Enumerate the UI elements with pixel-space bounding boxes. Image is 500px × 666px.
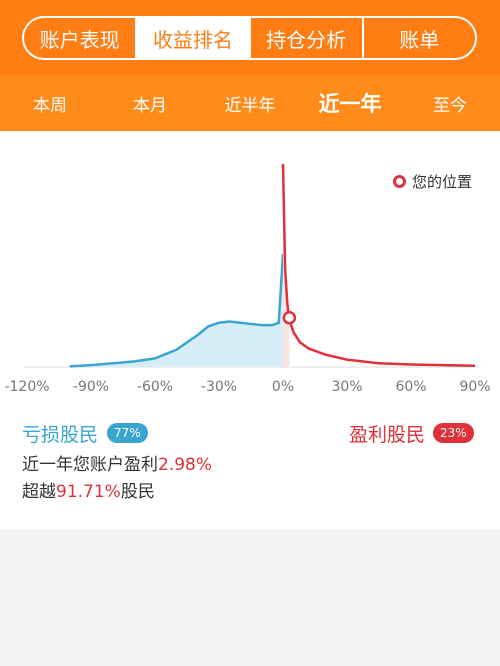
profit-value: 2.98% [158,455,213,475]
loss-percent-badge: 77% [107,423,148,443]
period-week[interactable]: 本周 [0,91,100,116]
period-tab-bar: 本周 本月 近半年 近一年 至今 [0,75,500,131]
x-tick-label: -30% [201,379,237,395]
gain-investors-label: 盈利股民 [349,424,426,446]
tab-position-analysis[interactable]: 持仓分析 [251,18,364,58]
summary-line-1: 近一年您账户盈利2.98% [22,455,213,475]
summary-text: 近一年您账户盈利2.98% 超越91.71%股民 [22,452,212,506]
gain-percent-badge: 23% [433,423,474,443]
tab-statement[interactable]: 账单 [364,18,475,58]
ranking-card: -120% -90% -60% -30% 0% 30% 60% 90% 您的位置 亏损股民 7… [0,131,500,529]
loss-investors-label: 亏损股民 [22,424,99,446]
period-year[interactable]: 近一年 [300,88,400,118]
position-marker-icon [392,175,406,188]
period-to-date[interactable]: 至今 [400,91,500,116]
summary-line-2: 超越91.71%股民 [22,482,155,502]
chart-legend: 您的位置 [392,171,472,192]
x-tick-label: 0% [272,379,294,395]
x-tick-label: 90% [459,379,490,395]
x-tick-label: 30% [331,379,362,395]
top-bar: 账户表现 收益排名 持仓分析 账单 [0,0,500,75]
legend-label: 您的位置 [411,173,472,191]
position-marker [282,311,297,325]
tab-account-performance[interactable]: 账户表现 [24,18,138,58]
gain-line [281,163,476,368]
x-tick-label: -120% [4,379,49,395]
main-tab-bar: 账户表现 收益排名 持仓分析 账单 [22,16,477,60]
period-month[interactable]: 本月 [100,91,200,116]
x-tick-label: -60% [137,379,173,395]
x-tick-label: -90% [73,379,109,395]
period-half-year[interactable]: 近半年 [200,91,300,116]
tab-profit-ranking[interactable]: 收益排名 [137,18,251,58]
x-tick-label: 60% [395,379,426,395]
rank-value: 91.71% [56,482,121,502]
